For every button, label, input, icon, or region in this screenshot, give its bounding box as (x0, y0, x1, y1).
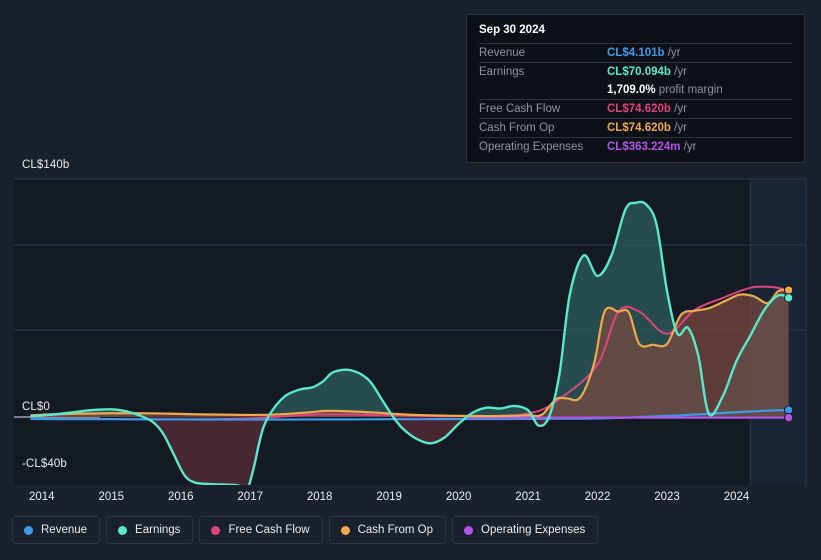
tooltip-row-value: CL$4.101b /yr (607, 43, 792, 63)
x-axis-tick: 2018 (306, 491, 333, 503)
tooltip-value-suffix: /yr (670, 66, 687, 78)
legend-item-label: Operating Expenses (481, 524, 586, 536)
tooltip-row-value: CL$70.094b /yr (607, 62, 792, 81)
tooltip-value-number: CL$70.094b (607, 66, 671, 78)
y-axis-label-zero: CL$0 (22, 401, 50, 413)
endpoint-dot (783, 412, 794, 423)
tooltip-date: Sep 30 2024 (479, 24, 545, 36)
profit-margin-number: 1,709.0% (607, 84, 656, 96)
x-axis-tick: 2020 (445, 491, 472, 503)
x-axis-tick: 2021 (515, 491, 541, 503)
legend-color-dot-icon (24, 525, 33, 535)
x-axis-tick: 2024 (723, 491, 750, 503)
legend-item-revenue[interactable]: Revenue (12, 516, 101, 544)
legend-item-earnings[interactable]: Earnings (106, 516, 194, 544)
legend-color-dot-icon (340, 525, 350, 535)
endpoint-dot (783, 285, 794, 295)
legend-item-cash-from-op[interactable]: Cash From Op (328, 516, 447, 544)
legend-item-operating-expenses[interactable]: Operating Expenses (452, 516, 599, 544)
tooltip-row-label: Revenue (479, 43, 607, 63)
tooltip-profit-margin-row: 1,709.0% profit margin (479, 81, 792, 100)
legend-item-label: Revenue (41, 524, 88, 536)
legend-item-label: Earnings (135, 524, 181, 536)
chart-screenshot: CL$140b CL$0 -CL$40b 2014 2015 2016 2017 201… (0, 0, 821, 560)
legend-item-label: Free Cash Flow (228, 524, 310, 536)
chart-legend[interactable]: Revenue Earnings Free Cash Flow Cash From O… (12, 516, 599, 544)
tooltip-row-label: Cash From Op (479, 118, 607, 138)
legend-item-free-cash-flow[interactable]: Free Cash Flow (199, 516, 323, 544)
tooltip-row: Revenue CL$4.101b /yr (479, 43, 792, 63)
tooltip-row-value: CL$363.224m /yr (607, 137, 792, 156)
y-axis-label-top: CL$140b (22, 159, 70, 171)
tooltip-value-suffix: /yr (670, 103, 687, 115)
tooltip-row: Operating Expenses CL$363.224m /yr (479, 137, 792, 156)
tooltip-row: Earnings CL$70.094b /yr (479, 62, 792, 81)
tooltip-value-suffix: /yr (670, 122, 687, 134)
x-axis-tick: 2022 (584, 491, 611, 503)
x-axis-tick: 2023 (654, 491, 680, 503)
y-axis-label-bottom: -CL$40b (22, 458, 67, 470)
tooltip-row: Cash From Op CL$74.620b /yr (479, 118, 792, 138)
tooltip-row-label: Earnings (479, 62, 607, 81)
tooltip-row: Free Cash Flow CL$74.620b /yr (479, 99, 792, 119)
legend-color-dot-icon (211, 525, 221, 535)
tooltip-profit-margin-spacer (479, 81, 607, 100)
x-axis-tick: 2017 (237, 491, 263, 503)
tooltip-value-suffix: /yr (664, 47, 681, 59)
tooltip-value-suffix: /yr (680, 141, 697, 153)
tooltip-value-number: CL$74.620b (607, 122, 671, 134)
tooltip-value-number: CL$4.101b (607, 47, 665, 59)
profit-margin-label: profit margin (655, 84, 723, 96)
tooltip-row-value: CL$74.620b /yr (607, 118, 792, 138)
x-axis-tick: 2015 (98, 491, 125, 503)
tooltip-row-value: CL$74.620b /yr (607, 99, 792, 119)
chart-tooltip: Sep 30 2024 Revenue CL$4.101b /yr Earnings… (466, 14, 805, 163)
x-axis-tick: 2019 (376, 491, 402, 503)
endpoint-dot (783, 293, 794, 303)
tooltip-row-label: Operating Expenses (479, 137, 607, 156)
tooltip-profit-margin-value: 1,709.0% profit margin (607, 81, 792, 100)
tooltip-value-number: CL$74.620b (607, 103, 671, 115)
legend-item-label: Cash From Op (357, 524, 434, 536)
legend-color-dot-icon (118, 525, 128, 535)
tooltip-table: Revenue CL$4.101b /yr Earnings CL$70.094b /… (479, 43, 792, 156)
tooltip-value-number: CL$363.224m (607, 141, 681, 153)
x-axis-tick: 2016 (167, 491, 194, 503)
tooltip-row-label: Free Cash Flow (479, 99, 607, 119)
x-axis-tick: 2014 (28, 491, 55, 503)
legend-color-dot-icon (464, 525, 474, 535)
